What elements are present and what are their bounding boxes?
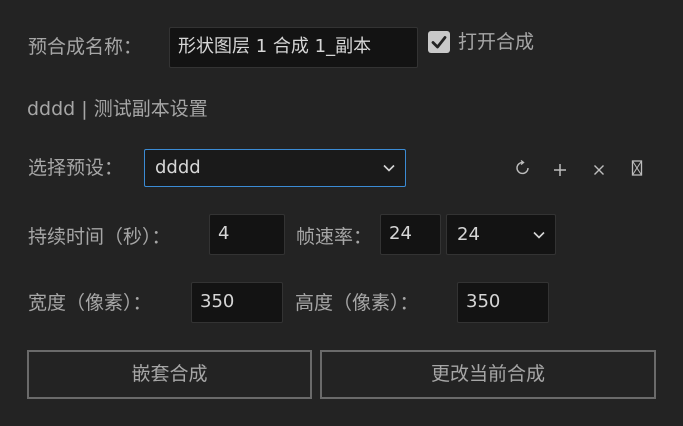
precompose-panel: 预合成名称： 形状图层 1 合成 1_副本 打开合成 dddd | 测试副本设置… bbox=[0, 0, 683, 426]
preset-select[interactable]: dddd bbox=[144, 149, 406, 187]
chevron-down-icon bbox=[533, 231, 545, 239]
duration-input[interactable]: 4 bbox=[209, 214, 285, 255]
frame-rate-label: 帧速率： bbox=[296, 226, 373, 248]
preset-label: 选择预设： bbox=[28, 157, 124, 179]
change-current-composition-button[interactable]: 更改当前合成 bbox=[320, 350, 656, 399]
frame-rate-select-value: 24 bbox=[457, 224, 480, 245]
duration-label: 持续时间（秒）： bbox=[28, 226, 171, 248]
open-composition-label: 打开合成 bbox=[458, 31, 535, 53]
add-icon[interactable] bbox=[550, 160, 570, 180]
close-icon[interactable] bbox=[589, 160, 609, 180]
width-label: 宽度（像素）： bbox=[28, 292, 152, 314]
frame-rate-input[interactable]: 24 bbox=[380, 214, 441, 255]
composition-name-label: 预合成名称： bbox=[28, 36, 143, 58]
open-composition-checkbox[interactable] bbox=[428, 31, 450, 53]
checkmark-icon bbox=[431, 36, 447, 49]
width-input[interactable]: 350 bbox=[191, 282, 283, 323]
height-input[interactable]: 350 bbox=[457, 282, 549, 323]
preset-info-text: dddd | 测试副本设置 bbox=[27, 98, 208, 120]
height-label: 高度（像素）： bbox=[295, 292, 419, 314]
composition-name-input[interactable]: 形状图层 1 合成 1_副本 bbox=[169, 27, 418, 68]
preset-select-value: dddd bbox=[155, 157, 201, 178]
nest-composition-button[interactable]: 嵌套合成 bbox=[27, 350, 312, 399]
chevron-down-icon bbox=[383, 164, 395, 172]
refresh-icon[interactable] bbox=[513, 158, 533, 178]
frame-rate-select[interactable]: 24 bbox=[446, 214, 556, 255]
delete-icon[interactable] bbox=[627, 158, 647, 178]
